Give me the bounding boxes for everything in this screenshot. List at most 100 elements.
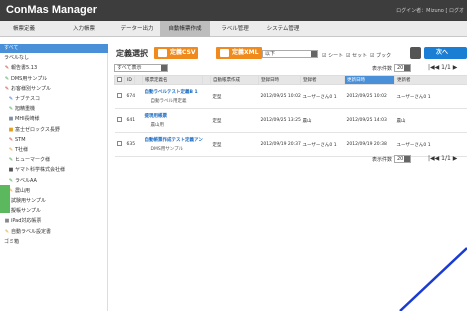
table-row[interactable]: 674 自動ラベルテスト定義B 1 自動ラベル用定義 定型 2012/09/25 10:… xyxy=(114,84,467,109)
square-icon: ■ xyxy=(8,116,14,123)
column-header[interactable]: 登録者 xyxy=(300,75,345,85)
xml-definition-button[interactable]: 定義XML xyxy=(216,47,262,59)
row-checkbox[interactable] xyxy=(116,141,122,146)
sidebar-item-label: 試験用サンプル xyxy=(11,198,46,204)
sidebar-item[interactable]: ✎ STM xyxy=(8,136,26,145)
sidebar-item-label: ヒューマーク様 xyxy=(15,157,51,164)
column-header[interactable]: 登録日時 xyxy=(258,75,301,85)
menu-form-definition[interactable]: 帳票定義 xyxy=(4,21,44,37)
set-checkbox[interactable]: ☑ セット xyxy=(346,52,367,59)
column-header[interactable]: ID xyxy=(124,75,135,85)
sidebar-item-label: ラベルなし xyxy=(4,55,30,62)
main-panel: 定義選択 定義CSV 定義XML 以下 ☑ シート ☑ セット ☑ ブック 次へ… xyxy=(110,44,467,311)
next-page-icon[interactable]: ▶ xyxy=(453,155,458,162)
sidebar-item[interactable]: ■ 富士ゼロックス長野 xyxy=(8,126,60,135)
sidebar-item-label: すべて xyxy=(4,45,19,51)
pencil-icon: ✎ xyxy=(8,96,14,102)
first-page-icon[interactable]: |◀◀ xyxy=(428,64,439,71)
filter-select[interactable]: すべて表示 xyxy=(114,64,168,72)
cell-type: 定型 xyxy=(210,132,259,157)
cell-reg-date: 2012/09/19 20:37 xyxy=(258,132,301,157)
sidebar-item-label: ゴミ箱 xyxy=(4,238,20,245)
table-row[interactable]: 641 提現用帳票 農山用 定型 2012/09/25 13:25 農山 2012/09/2… xyxy=(114,108,467,133)
definition-title-link[interactable]: 提現用帳票 xyxy=(145,113,203,119)
sidebar-item-label: 擬帳サンプル xyxy=(11,208,41,215)
square-icon: ■ xyxy=(8,167,14,174)
csv-definition-button[interactable]: 定義CSV xyxy=(154,47,198,59)
sidebar-item[interactable]: ✎ ナブテスコ xyxy=(8,95,40,104)
menu-data-output[interactable]: データー出力 xyxy=(114,21,160,37)
sidebar-item-label: 旭精重機 xyxy=(15,106,36,113)
column-header[interactable]: 自動帳票作成 xyxy=(210,75,259,85)
upload-icon xyxy=(220,49,229,57)
sidebar-item-label: 自動ラベル設定書 xyxy=(11,228,52,235)
menu-auto-form-create[interactable]: 自動帳票作成 xyxy=(160,21,210,37)
display-count-select[interactable]: 20 xyxy=(394,64,411,72)
sidebar-item[interactable]: ゴミ箱 xyxy=(4,238,19,247)
next-page-icon[interactable]: ▶ xyxy=(453,64,458,71)
sidebar-item-label: 富士ゼロックス長野 xyxy=(15,126,60,133)
sidebar-item[interactable]: ✎ 旭精重機 xyxy=(8,105,35,114)
sidebar-item[interactable]: ラベルなし xyxy=(4,54,29,63)
row-checkbox[interactable] xyxy=(116,93,122,98)
app-title: ConMas Manager xyxy=(6,4,98,16)
pager-bottom[interactable]: |◀◀ 1/1 ▶ xyxy=(428,155,457,162)
sidebar-item-label: T社様 xyxy=(15,147,29,153)
definition-table: ID 帳票定義名 自動帳票作成 登録日時 登録者 更新日時 更新者 674 自動ラベルテスト定… xyxy=(114,75,467,157)
sidebar-item-label: 報告書5.13 xyxy=(11,65,38,72)
sidebar-item[interactable]: ✎ ラベルAA xyxy=(8,177,37,186)
pencil-icon: ✎ xyxy=(4,228,10,235)
sidebar-item[interactable]: ✎ 農山用 xyxy=(8,187,30,196)
sidebar-item-label: お客様別サンプル xyxy=(11,85,51,92)
column-header[interactable] xyxy=(134,75,143,85)
sidebar-item[interactable]: ✎ 自動ラベル設定書 xyxy=(4,228,51,237)
sheet-checkbox[interactable]: ☑ シート xyxy=(322,52,343,59)
sidebar-item-label: iPad対応帳票 xyxy=(11,218,42,225)
sidebar-item[interactable]: ✎ T社様 xyxy=(8,146,28,155)
row-checkbox[interactable] xyxy=(116,117,122,122)
sidebar-item[interactable]: ■ MHI長崎様 xyxy=(8,115,40,124)
column-header[interactable]: 更新者 xyxy=(394,75,467,85)
menu-label-management[interactable]: ラベル管理 xyxy=(216,21,254,37)
next-button[interactable]: 次へ xyxy=(424,47,467,59)
display-count-label-bottom: 表示件数 xyxy=(372,157,393,163)
first-page-icon[interactable]: |◀◀ xyxy=(428,155,439,162)
column-header[interactable] xyxy=(114,75,125,85)
sidebar-item[interactable]: ✎ 報告書5.13 xyxy=(4,64,37,73)
display-count-select-bottom[interactable]: 20 xyxy=(394,155,411,163)
sidebar-item[interactable]: すべて xyxy=(0,44,108,53)
cell-type: 定型 xyxy=(210,84,259,109)
side-panel-toggle[interactable] xyxy=(0,185,10,213)
column-header[interactable]: 更新日時 xyxy=(344,75,395,85)
menu-system-management[interactable]: システム管理 xyxy=(260,21,306,37)
sidebar-item[interactable]: ■ iPad対応帳票 xyxy=(4,217,42,226)
column-header[interactable] xyxy=(202,75,211,85)
pencil-icon: ✎ xyxy=(8,147,14,153)
cell-reg-date: 2012/09/25 10:02 xyxy=(258,84,301,109)
sidebar-item-label: ラベルAA xyxy=(15,177,37,184)
xml-option-select[interactable]: 以下 xyxy=(262,50,318,58)
sidebar-item[interactable]: ✎試験用サンプル xyxy=(4,197,46,206)
sidebar-item[interactable]: ✎ ヒューマーク様 xyxy=(8,156,50,165)
sidebar-item[interactable]: ✎ お客様別サンプル xyxy=(4,85,51,94)
definition-select-label: 定義選択 xyxy=(116,49,148,58)
cell-upd-date: 2012/09/25 14:03 xyxy=(344,108,395,133)
menu-input-forms[interactable]: 入力帳票 xyxy=(64,21,104,37)
search-icon[interactable] xyxy=(410,47,421,59)
select-all-checkbox[interactable] xyxy=(117,76,122,82)
cell-upd-date: 2012/09/25 10:02 xyxy=(344,84,395,109)
cell-upd-user: 農山 xyxy=(394,108,467,133)
definition-title-link[interactable]: 自動帳票作成テスト定義アンケート xyxy=(145,137,203,143)
table-row[interactable]: 635自動帳票作成テスト定義アンケートDMS用サンプル定型2012/09/19 … xyxy=(114,132,467,157)
sidebar-item[interactable]: ✎ DMS用サンプル xyxy=(4,75,47,84)
pencil-icon: ✎ xyxy=(8,136,14,143)
definition-label: 自動ラベル用定義 xyxy=(150,99,187,104)
sidebar-item[interactable]: ■ ヤマト科学株式会社様 xyxy=(8,166,65,175)
pager[interactable]: |◀◀ 1/1 ▶ xyxy=(428,64,457,71)
definition-title-link[interactable]: 自動ラベルテスト定義B 1 xyxy=(145,89,203,95)
chevron-down-icon xyxy=(161,65,167,71)
book-checkbox[interactable]: ☑ ブック xyxy=(370,52,391,59)
cell-id: 635 xyxy=(124,132,135,157)
user-info[interactable]: ログイン者：Mizuno [ ログオ xyxy=(396,7,464,14)
column-header[interactable]: 帳票定義名 xyxy=(142,75,203,85)
